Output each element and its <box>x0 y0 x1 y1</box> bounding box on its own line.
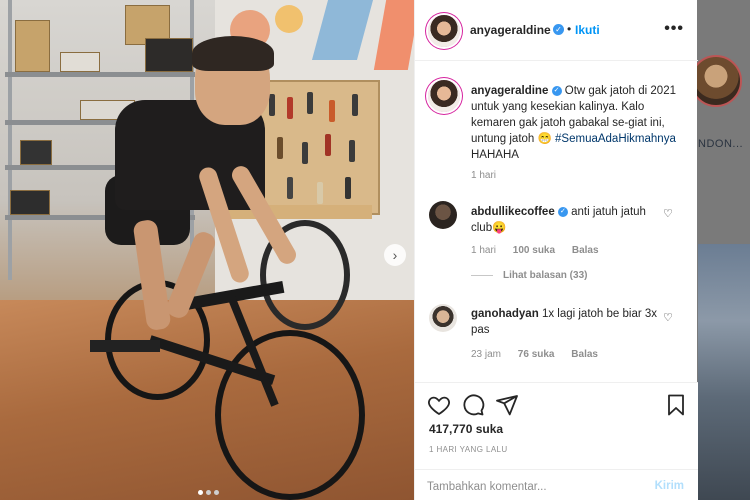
caption-timestamp[interactable]: 1 hari <box>471 170 496 181</box>
replies-divider <box>471 274 493 276</box>
post-photo <box>0 0 414 500</box>
comment-meta: 1 hari 100 suka Balas <box>471 245 613 256</box>
view-replies-label: Lihat balasan (33) <box>503 270 588 281</box>
caption-username[interactable]: anyageraldine <box>471 85 548 97</box>
verified-badge-icon: ✓ <box>553 24 564 35</box>
comment-time[interactable]: 23 jam <box>471 349 501 360</box>
post-author-username[interactable]: anyageraldine <box>470 23 551 37</box>
heart-icon[interactable] <box>427 393 451 417</box>
share-icon[interactable] <box>495 393 519 417</box>
bookmark-icon[interactable] <box>664 393 688 417</box>
reply-button[interactable]: Balas <box>572 245 599 256</box>
background-story-avatar <box>690 55 742 107</box>
comment-item: ganohadyan 1x lagi jatoh be biar 3x pas <box>471 306 661 338</box>
more-options-icon[interactable]: ••• <box>664 20 684 38</box>
commenter-avatar[interactable] <box>429 304 457 332</box>
comment-item: abdullikecoffee ✓ anti jatuh jatuh club😛 <box>471 204 661 236</box>
hashtag-link[interactable]: #SemuaAdaHikmahnya <box>555 133 676 145</box>
caption-suffix: HAHAHA <box>471 149 519 161</box>
avatar[interactable] <box>428 15 460 47</box>
like-count[interactable]: 417,770 suka <box>429 422 503 436</box>
front-wheel <box>215 330 365 500</box>
verified-badge-icon: ✓ <box>557 206 568 217</box>
tool-pegboard <box>255 80 380 215</box>
comment-like-heart-icon[interactable]: ♡ <box>663 207 673 220</box>
comment-meta: 23 jam 76 suka Balas <box>471 349 612 360</box>
separator-dot: • <box>567 22 572 36</box>
comment-username[interactable]: abdullikecoffee <box>471 206 555 218</box>
post-caption: anyageraldine ✓ Otw gak jatoh di 2021 un… <box>471 83 683 163</box>
comment-like-heart-icon[interactable]: ♡ <box>663 311 673 324</box>
background-photo <box>698 244 750 500</box>
comment-input[interactable] <box>427 478 637 496</box>
bike-trainer <box>90 340 160 352</box>
view-replies-button[interactable]: Lihat balasan (33) <box>471 270 587 281</box>
comment-form: Kirim <box>415 469 698 500</box>
post-header: anyageraldine ✓ • Ikuti ••• <box>415 0 698 61</box>
next-arrow-icon[interactable]: › <box>384 244 406 266</box>
comment-username[interactable]: ganohadyan <box>471 308 539 320</box>
post-actions: 417,770 suka 1 HARI YANG LALU Kirim <box>415 382 698 500</box>
caption-avatar[interactable] <box>428 80 460 112</box>
reply-button[interactable]: Balas <box>571 349 598 360</box>
post-timestamp[interactable]: 1 HARI YANG LALU <box>429 445 508 454</box>
commenter-avatar[interactable] <box>429 201 457 229</box>
comment-time[interactable]: 1 hari <box>471 245 496 256</box>
background-caption: NDON... <box>698 138 744 150</box>
post-comment-button[interactable]: Kirim <box>655 480 684 492</box>
follow-button[interactable]: Ikuti <box>575 23 600 37</box>
post-detail-panel: anyageraldine ✓ • Ikuti ••• anyageraldin… <box>414 0 698 500</box>
comment-likes[interactable]: 76 suka <box>518 349 555 360</box>
verified-badge-icon: ✓ <box>551 85 562 96</box>
comment-likes[interactable]: 100 suka <box>513 245 555 256</box>
comment-icon[interactable] <box>461 393 485 417</box>
